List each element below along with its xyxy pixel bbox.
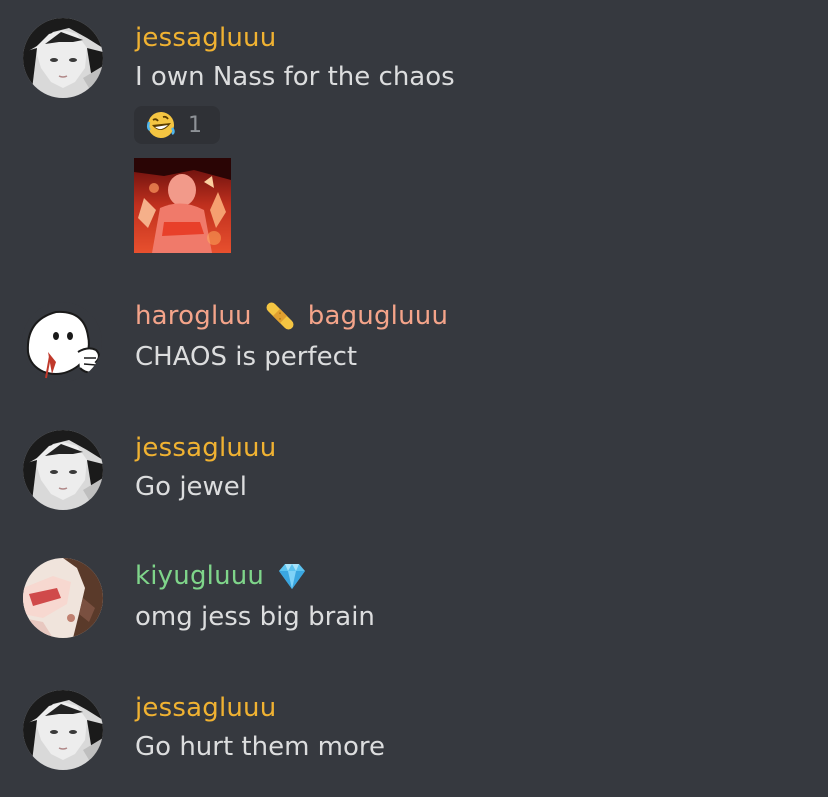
- avatar[interactable]: [23, 558, 103, 638]
- message-text: I own Nass for the chaos: [135, 62, 455, 92]
- message-text: Go jewel: [135, 472, 248, 502]
- avatar[interactable]: [23, 430, 103, 510]
- username[interactable]: bagugluuu: [308, 301, 448, 331]
- message-header: harogluu bagugluuu: [135, 296, 448, 336]
- username[interactable]: harogluu: [135, 301, 252, 331]
- message-header: kiyugluuu: [135, 556, 320, 596]
- username[interactable]: jessagluuu: [135, 693, 276, 723]
- reaction-count: 1: [188, 112, 202, 138]
- bandage-icon: [262, 298, 298, 334]
- message-header: jessagluuu: [135, 428, 276, 468]
- username[interactable]: kiyugluuu: [135, 561, 264, 591]
- chat-message-list: jessagluuu I own Nass for the chaos 1 ha…: [0, 0, 828, 797]
- message-text: omg jess big brain: [135, 602, 375, 632]
- reaction-button[interactable]: 1: [134, 106, 220, 144]
- avatar[interactable]: [22, 302, 102, 382]
- avatar[interactable]: [23, 690, 103, 770]
- diamond-icon: [274, 558, 310, 594]
- message-header: jessagluuu: [135, 688, 276, 728]
- message-text: Go hurt them more: [135, 732, 386, 762]
- avatar[interactable]: [23, 18, 103, 98]
- message-text: CHAOS is perfect: [135, 342, 358, 372]
- username[interactable]: jessagluuu: [135, 23, 276, 53]
- message-header: jessagluuu: [135, 18, 276, 58]
- username[interactable]: jessagluuu: [135, 433, 276, 463]
- rofl-emoji-icon: [146, 110, 176, 140]
- gif-thumbnail[interactable]: [134, 158, 231, 253]
